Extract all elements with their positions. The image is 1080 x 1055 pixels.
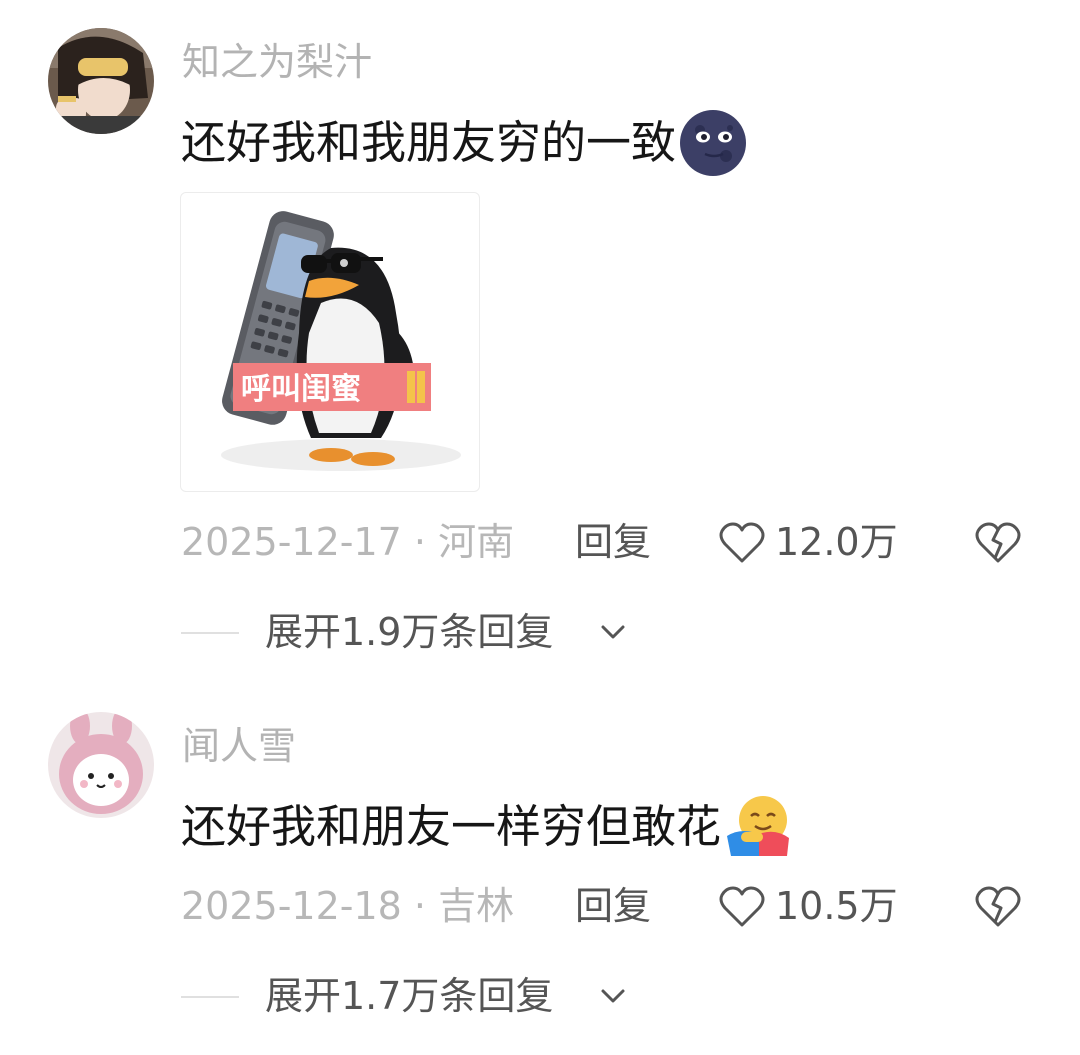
heart-icon[interactable] <box>719 886 765 928</box>
date-location: 2025-12-18 · 吉林 <box>181 884 515 928</box>
avatar[interactable] <box>48 712 154 818</box>
like-count: 10.5万 <box>775 884 898 928</box>
broken-heart-icon[interactable] <box>975 886 1021 928</box>
hugging-face-emoji <box>727 796 790 856</box>
reply-button[interactable]: 回复 <box>575 876 651 936</box>
divider <box>181 996 239 998</box>
expand-replies[interactable]: 展开1.7万条回复 <box>0 966 1080 1026</box>
expand-replies-label[interactable]: 展开1.7万条回复 <box>265 966 553 1026</box>
comment-text: 还好我和朋友一样穷但敢花 <box>181 792 793 862</box>
chevron-down-icon[interactable] <box>600 986 626 1006</box>
comment-2: 闻人雪 还好我和朋友一样穷但敢花 2025-12-18 · 吉林 回复 10.5… <box>0 0 1080 1055</box>
comment-text-label: 还好我和朋友一样穷但敢花 <box>181 800 722 853</box>
username[interactable]: 闻人雪 <box>182 722 296 770</box>
comment-meta: 2025-12-18 · 吉林 回复 10.5万 <box>0 876 1080 936</box>
